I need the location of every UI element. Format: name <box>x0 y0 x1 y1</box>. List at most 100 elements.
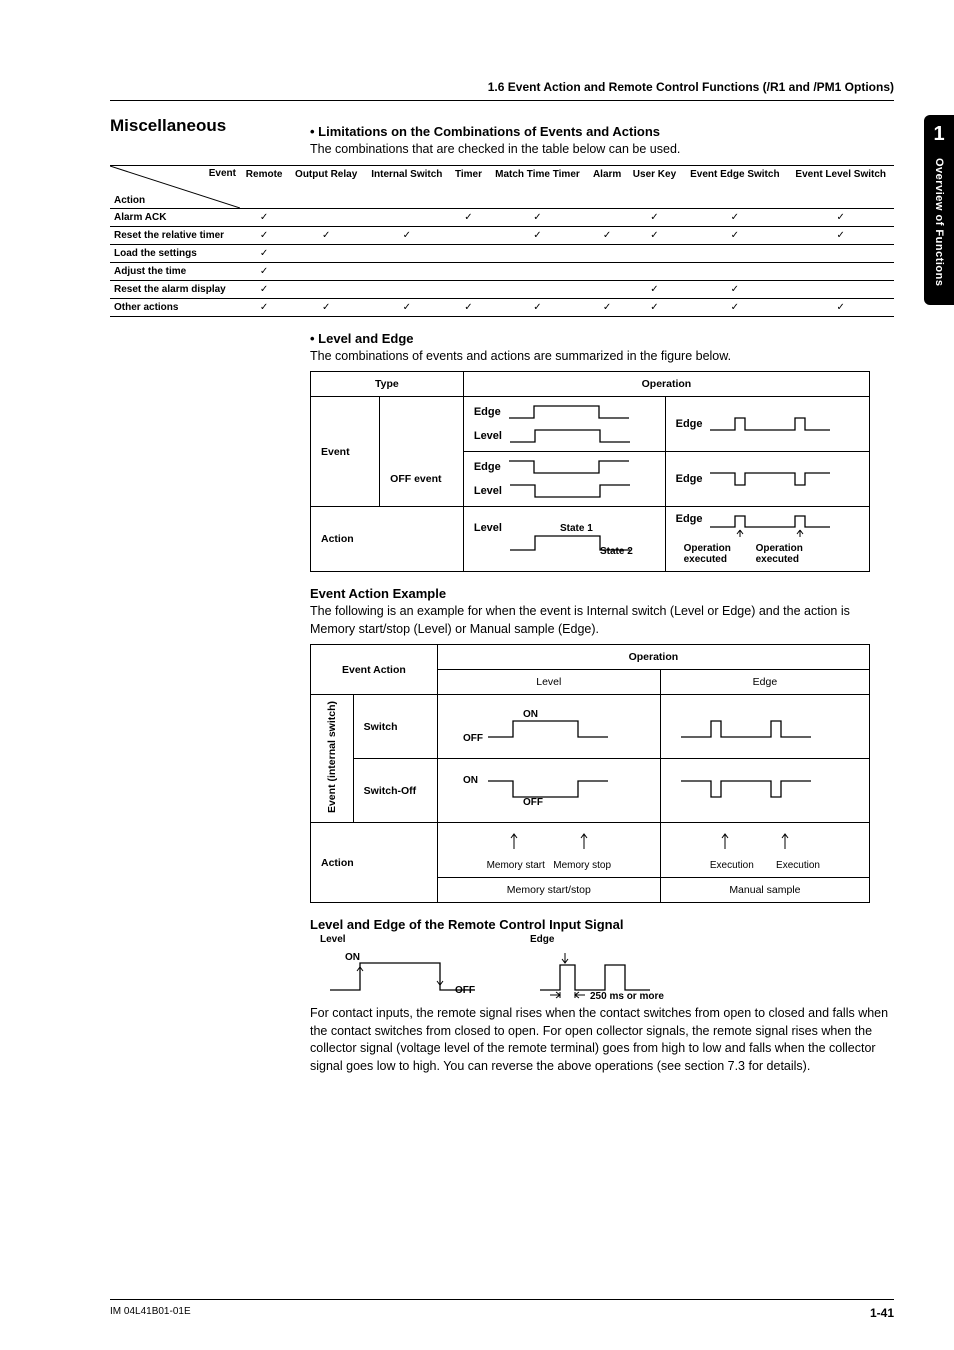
remote-text: For contact inputs, the remote signal ri… <box>310 1005 894 1075</box>
level-label: Level <box>474 430 502 442</box>
check-cell: ✓ <box>364 226 449 244</box>
check-cell: ✓ <box>487 298 587 316</box>
check-cell <box>787 280 894 298</box>
table-row: Adjust the time✓ <box>110 262 894 280</box>
col-header-event: Event <box>209 168 236 179</box>
check-cell <box>682 262 787 280</box>
col-internal-switch: Internal Switch <box>364 165 449 208</box>
check-cell <box>450 226 488 244</box>
check-cell: ✓ <box>450 208 488 226</box>
check-cell <box>587 244 626 262</box>
check-cell: ✓ <box>240 226 288 244</box>
check-cell <box>288 262 364 280</box>
switch-off-row: Switch-Off <box>353 759 437 823</box>
event-group-label: Event (internal switch) <box>326 701 338 813</box>
off-label-2: OFF <box>523 797 543 808</box>
check-cell <box>364 262 449 280</box>
check-cell <box>487 280 587 298</box>
check-cell: ✓ <box>240 280 288 298</box>
check-cell <box>450 262 488 280</box>
check-cell: ✓ <box>627 226 682 244</box>
op-exec-1: Operation executed <box>684 543 744 565</box>
col-timer: Timer <box>450 165 488 208</box>
check-cell <box>487 262 587 280</box>
edge-col: Edge <box>660 670 869 695</box>
operation-header: Operation <box>463 372 869 397</box>
edge-label-3: Edge <box>474 461 501 473</box>
check-cell <box>288 280 364 298</box>
remote-edge-label: Edge <box>530 934 780 945</box>
check-cell: ✓ <box>627 208 682 226</box>
table-row: Reset the alarm display✓✓✓ <box>110 280 894 298</box>
on-label-2: ON <box>463 775 478 786</box>
row-label: Alarm ACK <box>110 208 240 226</box>
exec-1: Execution <box>710 860 754 871</box>
check-cell <box>450 244 488 262</box>
table-row: Other actions✓✓✓✓✓✓✓✓✓ <box>110 298 894 316</box>
svg-text:ON: ON <box>345 952 360 963</box>
check-cell: ✓ <box>682 280 787 298</box>
check-cell <box>587 208 626 226</box>
chapter-tab: 1 Overview of Functions <box>924 115 954 305</box>
row-label: Reset the alarm display <box>110 280 240 298</box>
running-header: 1.6 Event Action and Remote Control Func… <box>110 80 894 101</box>
row-label: Load the settings <box>110 244 240 262</box>
check-cell: ✓ <box>288 298 364 316</box>
state2-label: State 2 <box>600 546 633 556</box>
off-label: OFF <box>463 733 483 744</box>
check-cell: ✓ <box>787 298 894 316</box>
row-label: Reset the relative timer <box>110 226 240 244</box>
col-user-key: User Key <box>627 165 682 208</box>
check-cell: ✓ <box>240 262 288 280</box>
bullet-level-edge: Level and Edge <box>310 331 894 346</box>
check-cell <box>450 280 488 298</box>
check-cell <box>487 244 587 262</box>
check-cell: ✓ <box>487 208 587 226</box>
mem-ss: Memory start/stop <box>437 878 660 903</box>
check-cell: ✓ <box>240 244 288 262</box>
off-event-row: OFF event <box>380 452 464 507</box>
check-cell <box>627 244 682 262</box>
check-cell <box>364 208 449 226</box>
exec-2: Execution <box>776 860 820 871</box>
level-label-2: Level <box>474 485 502 497</box>
edge-label-2: Edge <box>676 418 703 430</box>
edge-label-4: Edge <box>676 473 703 485</box>
check-cell <box>364 280 449 298</box>
svg-text:250 ms or more: 250 ms or more <box>590 991 664 1000</box>
page-number: 1-41 <box>870 1306 894 1320</box>
action-row-2: Action <box>311 823 438 903</box>
remote-level-label: Level <box>320 934 490 945</box>
manual-sample: Manual sample <box>660 878 869 903</box>
check-cell: ✓ <box>587 298 626 316</box>
level-label-3: Level <box>474 522 502 534</box>
level-signal-diagram: ON OFF <box>320 945 490 1000</box>
col-output-relay: Output Relay <box>288 165 364 208</box>
check-cell: ✓ <box>627 298 682 316</box>
event-row: Event <box>311 397 380 507</box>
row-label: Other actions <box>110 298 240 316</box>
remote-heading: Level and Edge of the Remote Control Inp… <box>310 917 894 932</box>
check-cell: ✓ <box>787 208 894 226</box>
type-header: Type <box>311 372 464 397</box>
example-text: The following is an example for when the… <box>310 603 894 638</box>
limitations-text: The combinations that are checked in the… <box>310 141 894 159</box>
level-edge-text: The combinations of events and actions a… <box>310 348 894 366</box>
table-row: Load the settings✓ <box>110 244 894 262</box>
check-cell: ✓ <box>587 226 626 244</box>
edge-label: Edge <box>474 406 501 418</box>
check-cell: ✓ <box>682 298 787 316</box>
check-cell: ✓ <box>627 280 682 298</box>
row-label: Adjust the time <box>110 262 240 280</box>
check-cell: ✓ <box>450 298 488 316</box>
col-remote: Remote <box>240 165 288 208</box>
chapter-label: Overview of Functions <box>933 158 945 286</box>
check-cell <box>682 244 787 262</box>
edge-signal-diagram: 250 ms or more <box>530 945 780 1000</box>
check-cell <box>587 262 626 280</box>
col-match-time-timer: Match Time Timer <box>487 165 587 208</box>
check-cell <box>627 262 682 280</box>
check-cell <box>787 244 894 262</box>
op-exec-2: Operation executed <box>756 543 816 565</box>
doc-number: IM 04L41B01-01E <box>110 1306 191 1320</box>
